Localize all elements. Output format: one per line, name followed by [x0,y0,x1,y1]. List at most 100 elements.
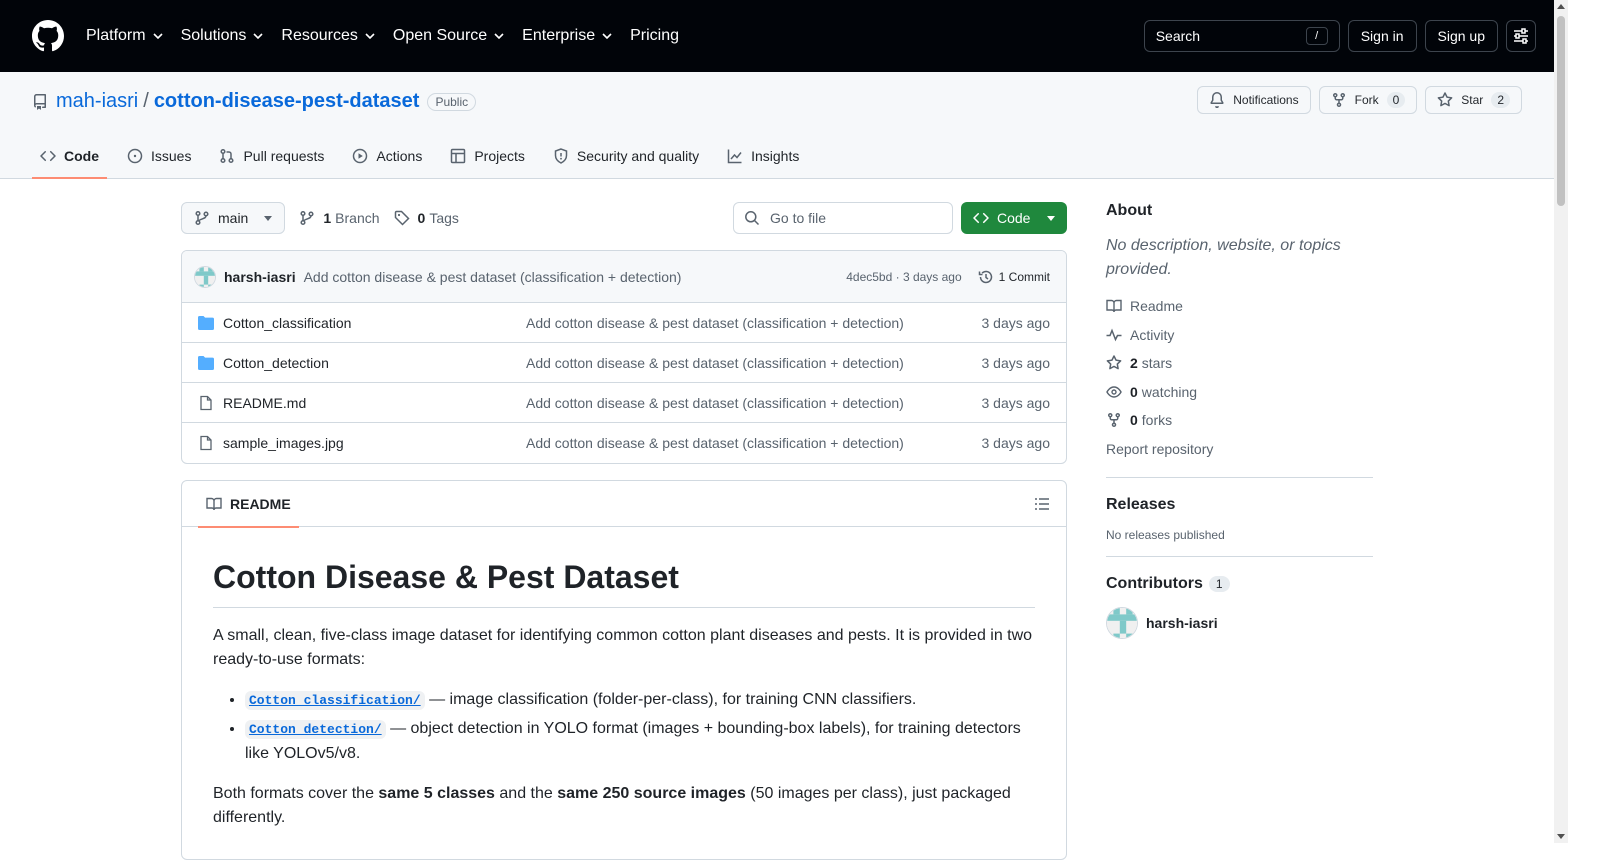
scroll-down-arrow-icon[interactable] [1557,834,1565,839]
forks-link[interactable]: 0 forks [1106,406,1373,435]
activity-link-label: Activity [1130,326,1175,343]
branch-icon [195,210,209,226]
pull-request-icon [220,148,235,164]
releases-empty-text: No releases published [1106,528,1225,542]
detection-folder-link[interactable]: Cotton_detection/ [245,720,386,739]
avatar [1106,607,1138,639]
forks-label: forks [1141,412,1173,429]
file-link[interactable]: Cotton_detection [198,355,526,371]
contributor-item[interactable]: harsh-iasri [1106,607,1373,639]
sign-in-button[interactable]: Sign in [1347,20,1417,52]
tab-code[interactable]: Code [32,136,107,179]
file-commit-message[interactable]: Add cotton disease & pest dataset (class… [526,355,982,371]
nav-open-source[interactable]: Open Source [393,27,504,45]
tab-security-label: Security and quality [576,148,700,164]
file-link[interactable]: README.md [198,395,526,411]
stars-label: stars [1141,355,1173,372]
readme-link-label: Readme [1130,298,1183,315]
fork-button[interactable]: Fork 0 [1318,86,1418,114]
activity-link[interactable]: Activity [1106,321,1373,350]
eye-icon [1106,386,1122,398]
file-date: 3 days ago [981,435,1051,451]
tab-projects-label: Projects [474,148,525,164]
file-date: 3 days ago [981,354,1051,371]
tab-projects[interactable]: Projects [442,136,533,176]
repo-owner-link[interactable]: mah-iasri [56,90,138,113]
file-commit-message[interactable]: Add cotton disease & pest dataset (class… [526,395,982,411]
notifications-label: Notifications [1233,93,1299,107]
latest-commit: harsh-iasri Add cotton disease & pest da… [182,251,1066,303]
commit-hash-and-time[interactable]: 4dec5bd · 3 days ago [846,270,961,284]
scrollbar-thumb[interactable] [1557,16,1565,206]
nav-enterprise-label: Enterprise [522,27,596,44]
file-name: sample_images.jpg [223,435,344,451]
stars-link[interactable]: 2 stars [1106,349,1373,378]
file-name: Cotton_classification [223,314,352,331]
nav-solutions[interactable]: Solutions [181,27,264,45]
tab-code-label: Code [64,148,99,164]
commit-author-link[interactable]: harsh-iasri [224,269,296,285]
star-icon [1437,92,1453,107]
file-commit-message[interactable]: Add cotton disease & pest dataset (class… [526,315,982,331]
chevron-down-icon [602,33,612,39]
branches-link[interactable]: 1 Branch [299,210,380,226]
nav-enterprise[interactable]: Enterprise [522,27,612,45]
search-shortcut-key: / [1305,27,1328,45]
nav-pricing-label: Pricing [630,27,679,44]
text-segment: and the [494,785,558,802]
tab-insights[interactable]: Insights [719,136,807,176]
go-to-file-placeholder: Go to file [770,210,827,226]
triangle-down-icon [1047,215,1055,221]
table-row[interactable]: Cotton_detection Add cotton disease & pe… [182,343,1066,383]
classification-folder-link[interactable]: Cotton_classification/ [245,691,425,710]
tag-count: 0 [417,210,426,226]
code-dropdown-button[interactable]: Code [961,202,1067,234]
commit-message-link[interactable]: Add cotton disease & pest dataset (class… [304,269,682,285]
avatar[interactable] [194,265,216,288]
text-segment: Both formats cover the [213,785,379,802]
releases-heading[interactable]: Releases [1106,496,1373,514]
nav-pricing[interactable]: Pricing [630,27,679,45]
tag-icon [394,210,410,226]
notifications-button[interactable]: Notifications [1197,86,1311,114]
report-repository-link[interactable]: Report repository [1106,435,1373,464]
outline-button[interactable] [1034,496,1050,512]
contributors-heading[interactable]: Contributors 1 [1106,575,1373,593]
nav-resources[interactable]: Resources [281,27,375,45]
table-row[interactable]: README.md Add cotton disease & pest data… [182,383,1066,423]
file-link[interactable]: sample_images.jpg [198,435,526,451]
scroll-up-arrow-icon[interactable] [1557,4,1565,9]
sign-up-button[interactable]: Sign up [1424,20,1498,52]
commit-history-link[interactable]: 1 Commit [978,269,1050,285]
tab-pull-requests[interactable]: Pull requests [211,136,332,176]
code-button-label: Code [997,210,1031,226]
header-actions: Search / Sign in Sign up [1143,20,1536,52]
watchers-link[interactable]: 0 watching [1106,378,1373,407]
appearance-settings-button[interactable] [1506,20,1536,52]
branch-selector[interactable]: main [181,202,286,234]
nav-platform[interactable]: Platform [86,27,163,45]
readme-link[interactable]: Readme [1106,292,1373,321]
page-scrollbar[interactable] [1554,0,1568,843]
star-button[interactable]: Star 2 [1425,86,1522,114]
table-row[interactable]: Cotton_classification Add cotton disease… [182,303,1066,343]
table-row[interactable]: sample_images.jpg Add cotton disease & p… [182,423,1066,463]
readme-tab[interactable]: README [198,481,299,528]
tab-actions[interactable]: Actions [344,136,430,176]
search-input[interactable]: Search / [1143,20,1340,52]
star-label: Star [1461,93,1484,107]
repo-name-link[interactable]: cotton-disease-pest-dataset [154,90,420,113]
main-content: main 1 Branch 0 Tags Go to file Code har… [181,202,1067,860]
chevron-down-icon [253,33,263,39]
tab-security[interactable]: Security and quality [545,136,707,176]
file-link[interactable]: Cotton_classification [198,315,526,331]
go-to-file-input[interactable]: Go to file [733,202,953,234]
list-item: Cotton_detection/ — object detection in … [245,717,1035,766]
tag-label: Tags [429,210,459,226]
file-commit-message[interactable]: Add cotton disease & pest dataset (class… [526,435,982,451]
tags-link[interactable]: 0 Tags [394,210,459,226]
tab-issues[interactable]: Issues [119,136,199,176]
nav-platform-label: Platform [86,27,146,44]
file-date: 3 days ago [981,394,1051,411]
github-logo-icon[interactable] [32,20,64,52]
